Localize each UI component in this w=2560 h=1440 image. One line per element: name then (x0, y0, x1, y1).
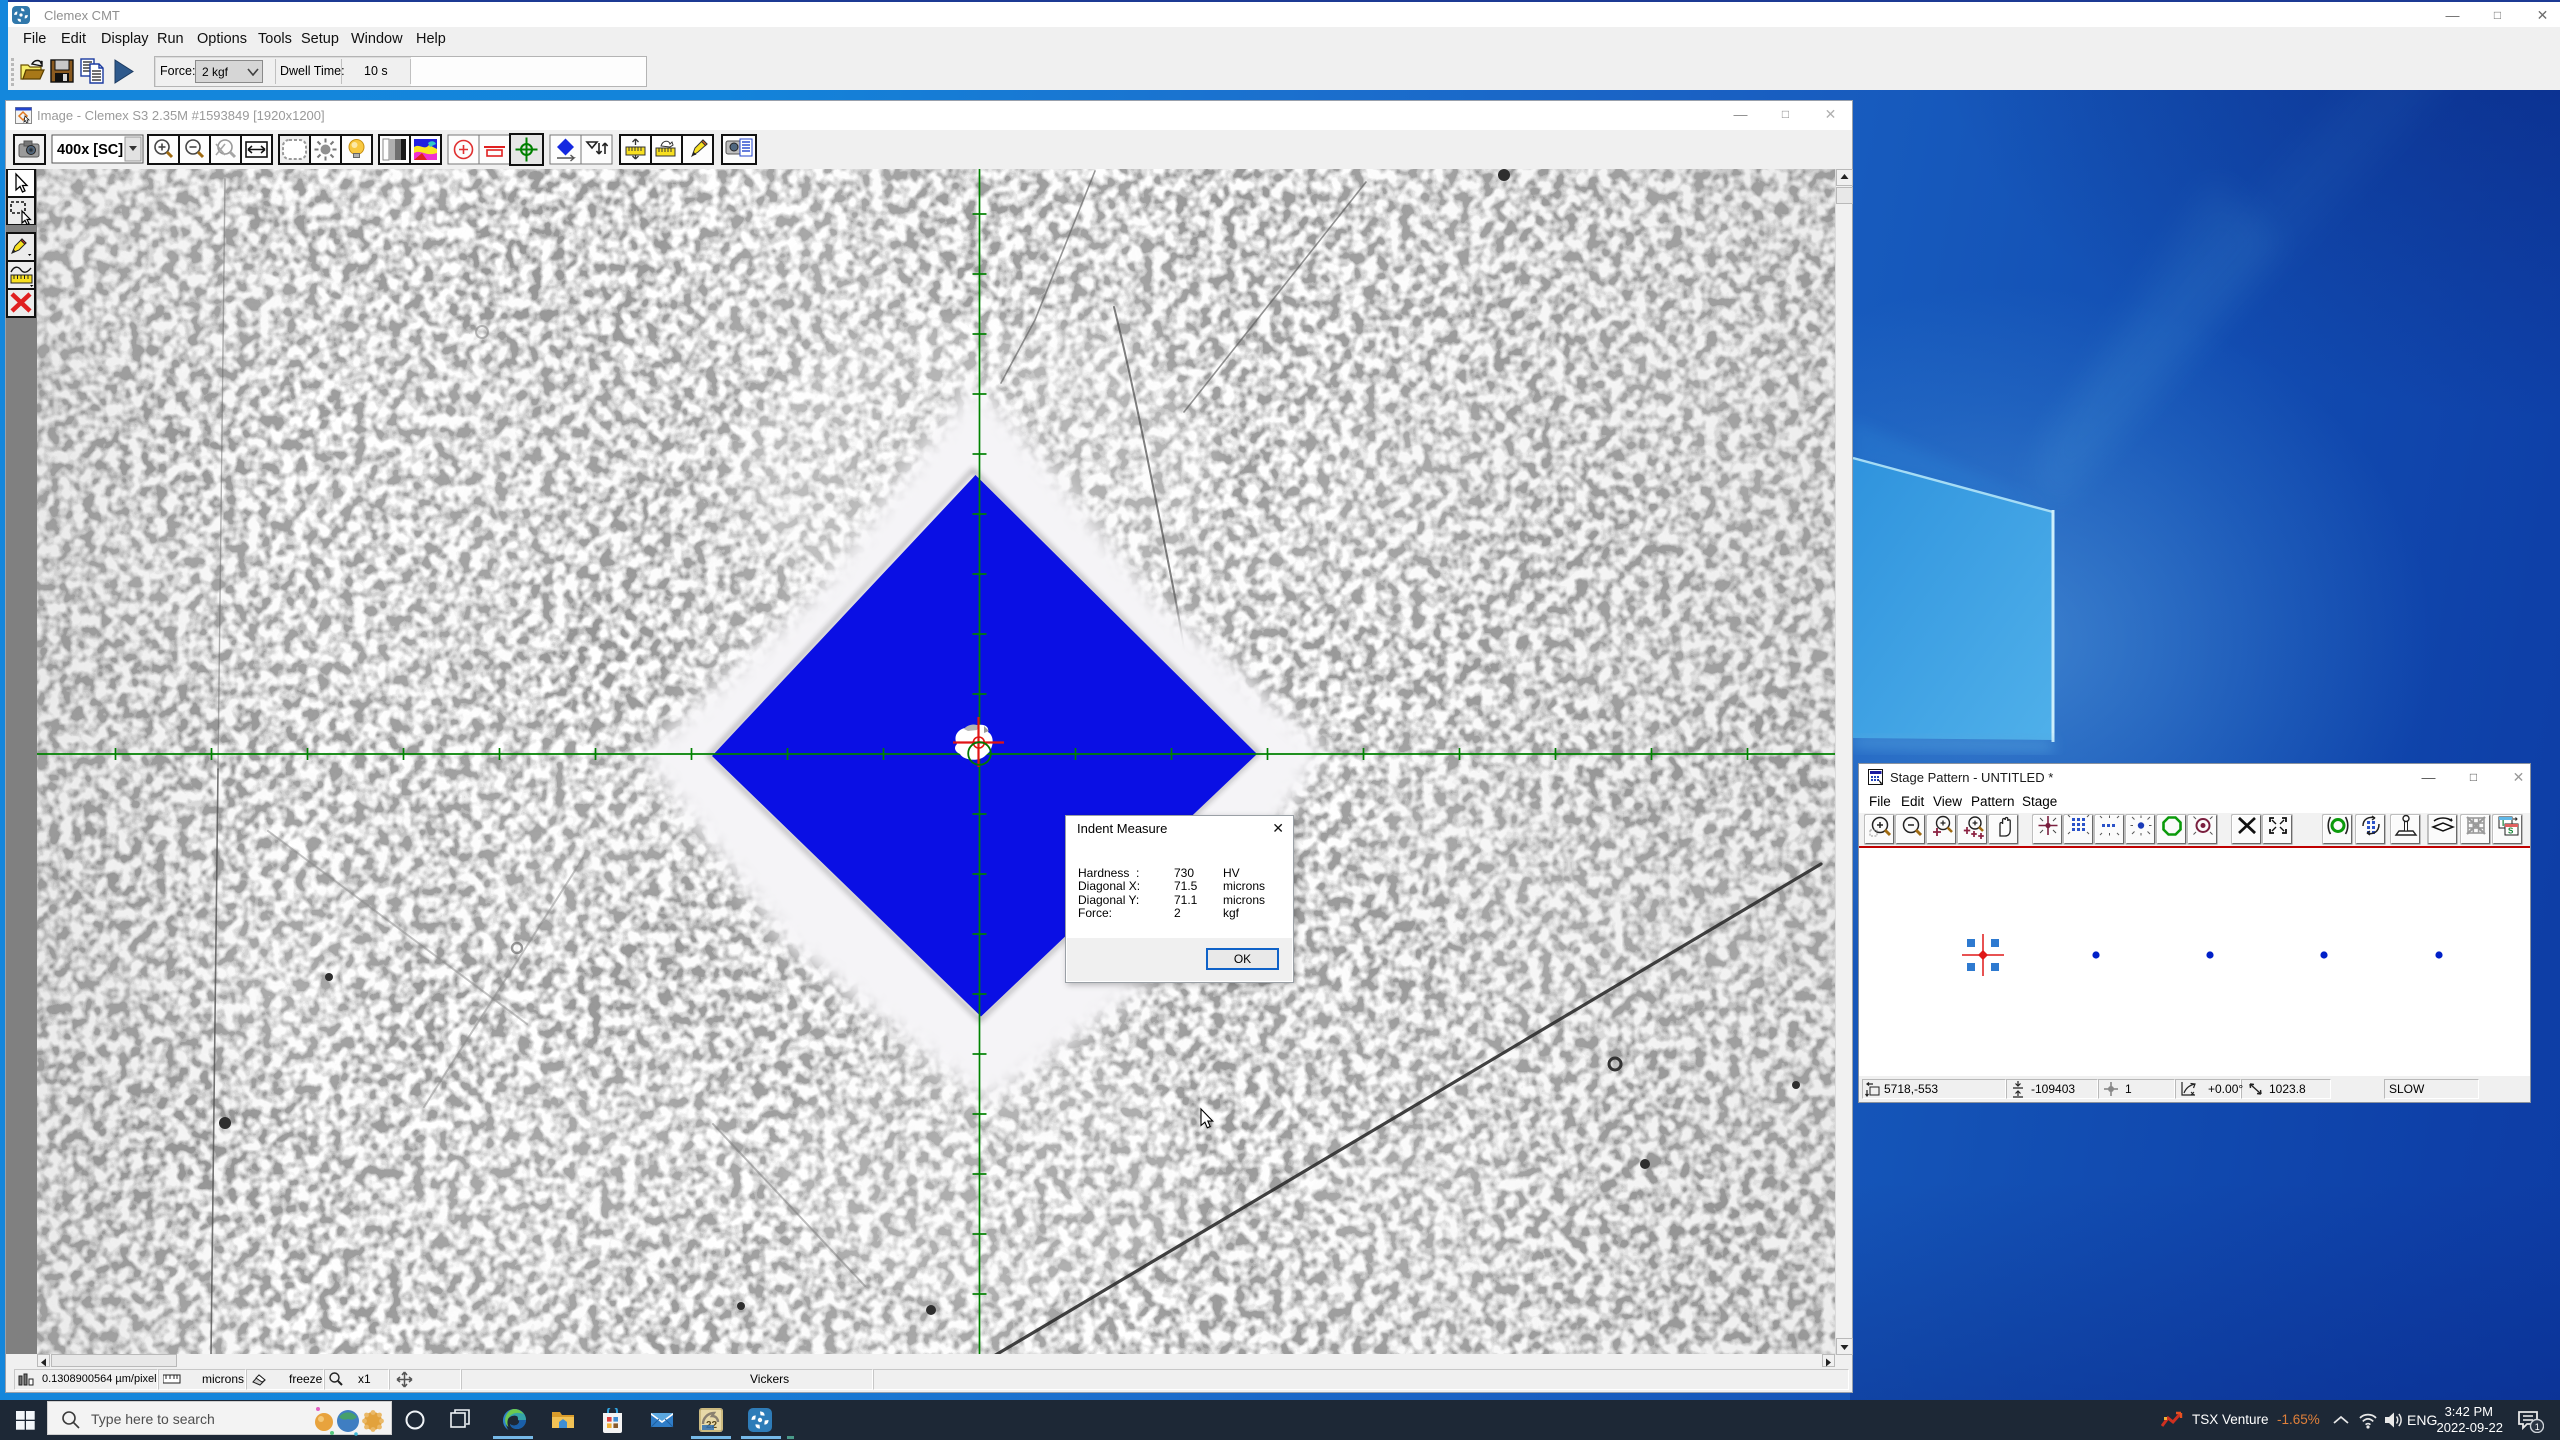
svg-text:400x [SC]: 400x [SC] (57, 142, 123, 158)
svg-text:S: S (2508, 827, 2514, 836)
svg-text:1: 1 (2535, 1422, 2540, 1432)
svg-text:I: I (2502, 819, 2504, 828)
